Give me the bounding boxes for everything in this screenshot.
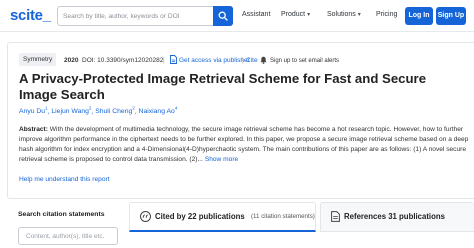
search-icon xyxy=(218,11,228,21)
author-link[interactable]: Naixiang Ao4 xyxy=(138,106,178,116)
author-name: Anyu Du xyxy=(19,108,46,116)
help-understand-link[interactable]: Help me understand this report xyxy=(19,176,110,183)
citation-search-input[interactable] xyxy=(26,230,114,243)
cited-by-label: Cited by 22 publications xyxy=(155,212,245,221)
meta-divider: | xyxy=(163,57,165,64)
author-affiliation: 4 xyxy=(174,106,178,111)
journal-badge[interactable]: Symmetry xyxy=(19,53,57,66)
abstract-label: Abstract: xyxy=(19,126,48,133)
search-button[interactable] xyxy=(213,6,233,26)
paper-card: Symmetry 2020 DOI: 10.3390/sym12020282 |… xyxy=(7,42,474,199)
search-input[interactable] xyxy=(63,9,203,24)
document-icon xyxy=(331,211,340,222)
author-list: Anyu Du1, Liejun Wang2, Shuli Cheng2, Na… xyxy=(19,106,178,116)
references-label: References 31 publications xyxy=(344,212,445,221)
login-button[interactable]: Log In xyxy=(405,7,433,25)
bell-icon xyxy=(260,56,267,64)
nav-product-label: Product xyxy=(281,11,306,18)
citation-statements-count: (11 citation statements) xyxy=(251,213,315,220)
author-name: Liejun Wang xyxy=(51,108,89,116)
paper-year: 2020 xyxy=(64,57,79,64)
nav-assistant-label: Assistant xyxy=(242,11,271,18)
author-affiliation: 1 xyxy=(45,106,48,111)
author-affiliation: 2 xyxy=(132,106,135,111)
author-link[interactable]: Liejun Wang2 xyxy=(51,106,92,116)
author-link[interactable]: Shuli Cheng2 xyxy=(95,106,135,116)
nav-pricing[interactable]: Pricing xyxy=(376,11,397,18)
signup-button[interactable]: Sign Up xyxy=(436,7,466,25)
chevron-down-icon: ▾ xyxy=(307,12,311,18)
nav-solutions-label: Solutions xyxy=(327,11,356,18)
top-nav: scite_ Assistant Product▾ Solutions▾ Pri… xyxy=(0,0,474,32)
chevron-down-icon: ▾ xyxy=(357,12,361,18)
scite-logo[interactable]: scite_ xyxy=(10,7,51,24)
cite-link[interactable]: Cite xyxy=(246,57,258,64)
author-link[interactable]: Anyu Du1 xyxy=(19,106,48,116)
abstract-text: With the development of multimedia techn… xyxy=(19,126,469,163)
tab-cited-by[interactable]: Cited by 22 publications (11 citation st… xyxy=(129,202,316,232)
nav-pricing-label: Pricing xyxy=(376,11,398,18)
author-name: Shuli Cheng xyxy=(95,108,133,116)
show-more-link[interactable]: Show more xyxy=(205,156,238,163)
nav-assistant[interactable]: Assistant xyxy=(242,11,270,18)
author-name: Naixiang Ao xyxy=(138,108,175,116)
paper-doi[interactable]: DOI: 10.3390/sym12020282 xyxy=(82,57,163,64)
paper-title: A Privacy-Protected Image Retrieval Sche… xyxy=(19,71,427,102)
citation-search-box[interactable] xyxy=(18,227,118,245)
nav-solutions[interactable]: Solutions ▾ xyxy=(327,11,361,18)
tab-references[interactable]: References 31 publications xyxy=(320,202,474,232)
email-alert-link[interactable]: Sign up to set email alerts xyxy=(270,58,339,64)
pdf-icon xyxy=(170,55,177,64)
nav-product[interactable]: Product ▾ xyxy=(281,11,310,18)
quote-icon xyxy=(140,211,151,222)
meta-divider-2: | xyxy=(242,57,244,64)
search-box[interactable] xyxy=(57,6,233,26)
access-publisher-link[interactable]: Get access via publisher xyxy=(179,57,250,64)
citation-search-label: Search citation statements xyxy=(18,211,105,218)
author-affiliation: 2 xyxy=(88,106,92,111)
abstract: Abstract: With the development of multim… xyxy=(19,125,469,165)
